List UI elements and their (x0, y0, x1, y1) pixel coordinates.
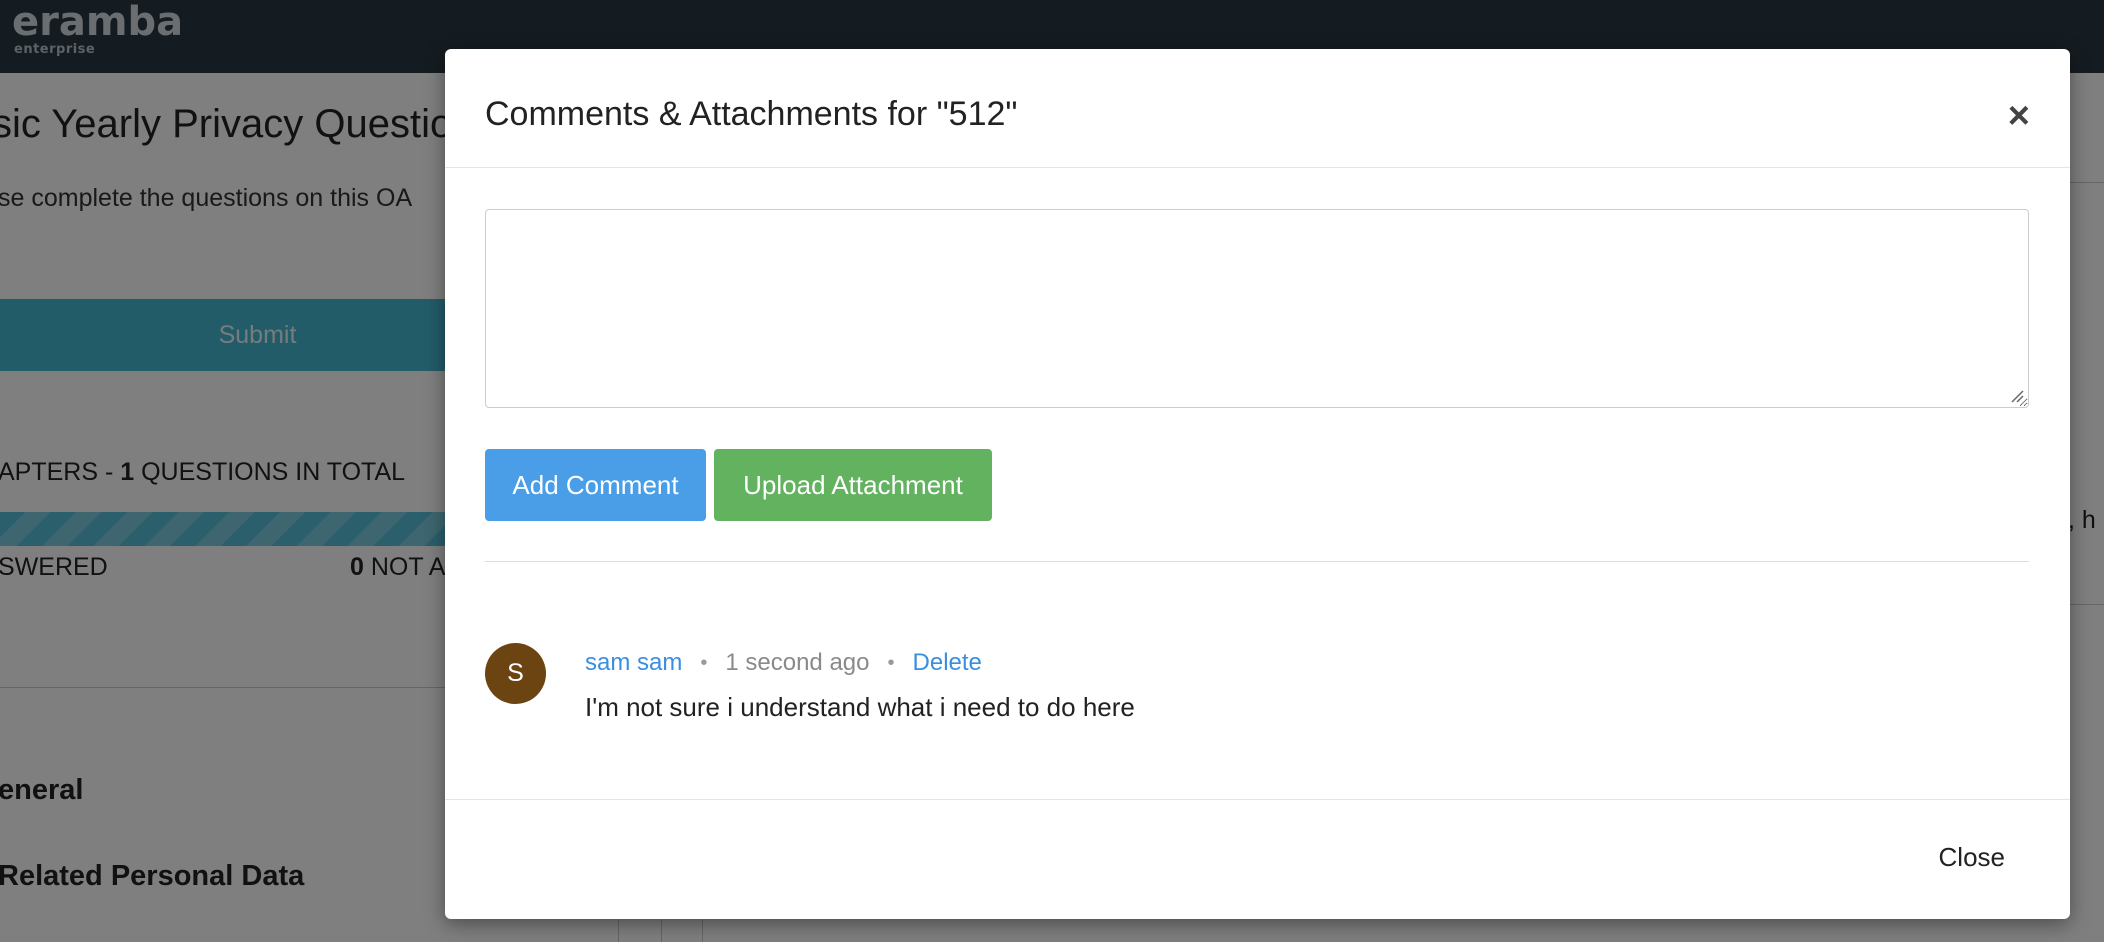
separator-dot: • (700, 651, 708, 674)
comment-textarea[interactable] (485, 209, 2029, 408)
comments-modal: Comments & Attachments for "512" × Add C… (445, 49, 2070, 919)
modal-title: Comments & Attachments for "512" (485, 95, 1018, 133)
modal-header: Comments & Attachments for "512" × (445, 49, 2070, 168)
add-comment-button[interactable]: Add Comment (485, 449, 706, 521)
comment-meta: sam sam • 1 second ago • Delete (585, 649, 982, 677)
modal-footer: Close (445, 799, 2070, 919)
delete-comment-link[interactable]: Delete (913, 649, 982, 677)
upload-attachment-button[interactable]: Upload Attachment (714, 449, 992, 521)
comment-text: I'm not sure i understand what i need to… (585, 692, 1135, 722)
comment-timestamp: 1 second ago (725, 649, 870, 676)
divider (485, 561, 2029, 562)
separator-dot: • (887, 651, 895, 674)
avatar: S (485, 643, 546, 704)
close-button[interactable]: Close (1939, 842, 2005, 873)
comment-author-link[interactable]: sam sam (585, 649, 682, 677)
close-icon[interactable]: × (2008, 97, 2030, 135)
resize-handle-icon[interactable] (2010, 389, 2024, 403)
